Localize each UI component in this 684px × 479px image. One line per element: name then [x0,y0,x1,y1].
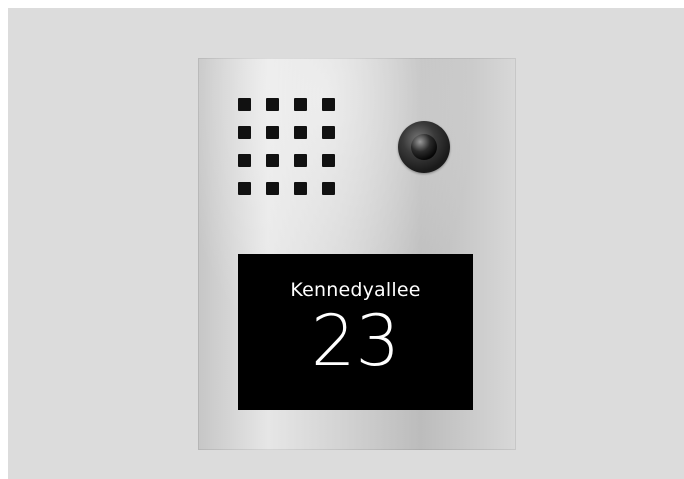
speaker-hole [238,126,251,139]
speaker-hole [322,126,335,139]
speaker-hole [266,98,279,111]
intercom-panel: Kennedyallee 23 [198,58,516,450]
image-frame: Kennedyallee 23 [8,8,684,479]
house-number: 23 [310,300,401,382]
address-display: Kennedyallee 23 [238,254,473,410]
street-name: Kennedyallee [290,279,421,301]
speaker-hole [294,126,307,139]
camera-lens [411,134,437,160]
speaker-hole [266,154,279,167]
speaker-hole [238,182,251,195]
speaker-hole [322,154,335,167]
camera-icon [398,121,450,173]
speaker-hole [238,98,251,111]
speaker-grille [238,98,338,198]
speaker-hole [238,154,251,167]
speaker-hole [294,154,307,167]
speaker-hole [294,182,307,195]
speaker-hole [266,182,279,195]
speaker-hole [266,126,279,139]
speaker-hole [322,182,335,195]
speaker-hole [322,98,335,111]
speaker-hole [294,98,307,111]
